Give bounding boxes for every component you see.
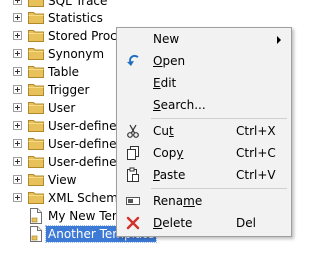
tree-node-label: My New Tem [48,209,124,223]
folder-icon [28,192,44,204]
shortcut-label: Del [236,216,256,230]
folder-icon [28,102,44,114]
scissors-icon [127,124,139,138]
expand-icon[interactable] [13,85,22,94]
menu-item-label: Open [153,54,186,68]
menu-separator [151,118,287,119]
tree-node-label: Synonym [48,47,105,61]
expand-icon[interactable] [13,31,22,40]
folder-icon [28,120,44,132]
expand-icon[interactable] [13,193,22,202]
expand-icon[interactable] [13,0,22,5]
tree-node-label: XML Schema [48,191,126,205]
folder-icon [28,48,44,60]
rename-icon [126,197,140,205]
menu-item-open[interactable]: Open [117,50,291,72]
folder-icon [28,12,44,24]
menu-separator [151,188,287,189]
folder-icon [28,174,44,186]
menu-item-label: Edit [153,76,177,90]
paste-icon [127,167,139,182]
menu-item-copy[interactable]: Copy Ctrl+C [117,142,291,164]
menu-item-label: Search... [153,98,206,112]
expand-icon[interactable] [13,49,22,58]
menu-item-new[interactable]: New [117,28,291,50]
shortcut-label: Ctrl+X [236,124,276,138]
menu-item-search[interactable]: Search... [117,94,291,116]
menu-item-edit[interactable]: Edit [117,72,291,94]
expand-icon[interactable] [13,13,22,22]
submenu-arrow-icon [277,36,281,44]
folder-icon [28,30,44,42]
tree-node-label: User [48,101,76,115]
expand-icon[interactable] [13,157,22,166]
expand-icon[interactable] [13,103,22,112]
menu-item-label: Delete [153,216,193,230]
tree-node-label: Trigger [48,83,90,97]
expand-icon[interactable] [13,67,22,76]
menu-item-label: Paste [153,168,186,182]
folder-icon [28,0,44,7]
tree-node-label: User-defined [48,155,125,169]
folder-icon [28,156,44,168]
expand-icon[interactable] [13,121,22,130]
menu-item-delete[interactable]: Delete Del [117,212,291,234]
menu-item-label: Copy [153,146,184,160]
menu-item-rename[interactable]: Rename [117,190,291,212]
open-arrow-icon [127,54,139,66]
template-file-icon [30,226,42,242]
menu-item-paste[interactable]: Paste Ctrl+V [117,164,291,186]
folder-icon [28,138,44,150]
tree-node-label: Table [48,65,80,79]
tree-node-label: User-defined [48,137,125,151]
folder-icon [28,84,44,96]
shortcut-label: Ctrl+V [236,168,276,182]
context-menu: New Open Edit Search... Cut Ctrl+X Copy … [116,27,292,237]
folder-icon [28,66,44,78]
menu-item-label: Cut [153,124,174,138]
menu-item-cut[interactable]: Cut Ctrl+X [117,120,291,142]
tree-node-label: SQL Trace [48,0,108,8]
tree-node-label: Statistics [48,11,103,25]
menu-item-label: New [153,32,180,46]
tree-node-label: User-defined [48,119,125,133]
expand-icon[interactable] [13,139,22,148]
copy-icon [127,146,139,160]
delete-x-icon [126,216,140,230]
template-file-icon [30,208,42,224]
shortcut-label: Ctrl+C [236,146,276,160]
tree-node-label: View [48,173,77,187]
expand-icon[interactable] [13,175,22,184]
tree-node-label: Stored Proce [48,29,125,43]
menu-item-label: Rename [153,194,203,208]
